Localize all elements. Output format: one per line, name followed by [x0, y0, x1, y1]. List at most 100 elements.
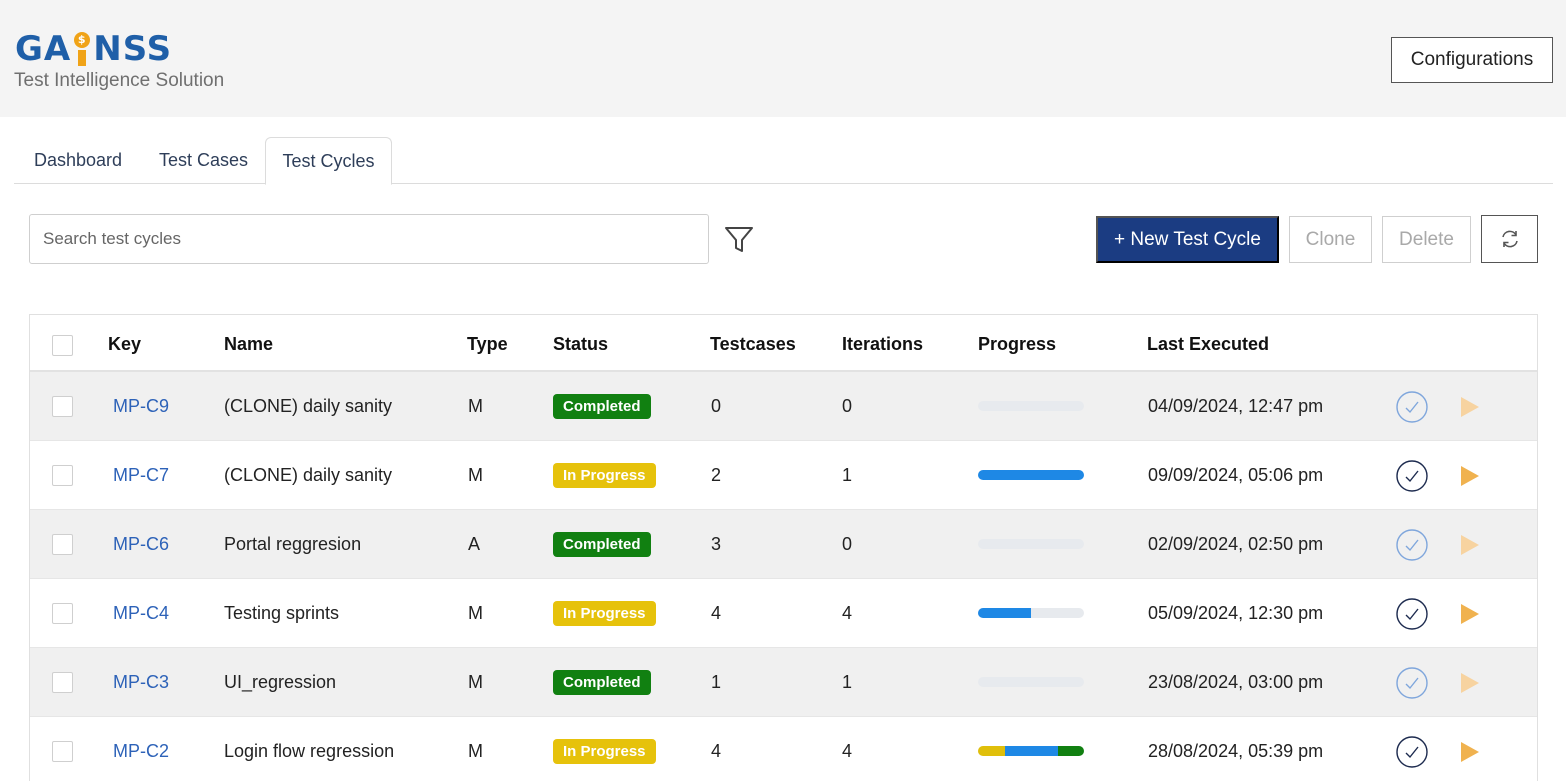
play-icon[interactable]: [1459, 395, 1481, 419]
last-executed: 09/09/2024, 05:06 pm: [1148, 465, 1324, 485]
cycle-name: Testing sprints: [224, 603, 340, 623]
iterations-count: 4: [842, 741, 853, 761]
iterations-count: 1: [842, 672, 853, 692]
progress-bar: [978, 677, 1084, 687]
tab-test-cycles[interactable]: Test Cycles: [265, 137, 392, 185]
iterations-count: 4: [842, 603, 853, 623]
row-checkbox[interactable]: [52, 672, 73, 693]
progress-bar: [978, 608, 1084, 618]
row-checkbox[interactable]: [52, 741, 73, 762]
app-header: GA $ NSS Test Intelligence Solution Config…: [0, 0, 1566, 117]
play-icon[interactable]: [1459, 740, 1481, 764]
table-row[interactable]: MP-C7 (CLONE) daily sanity M In Progress 2 1 0…: [30, 441, 1537, 510]
cycle-type: A: [468, 534, 481, 554]
testcases-count: 2: [711, 465, 722, 485]
logo: GA $ NSS: [15, 29, 173, 69]
check-circle-icon[interactable]: [1396, 529, 1428, 561]
progress-segment: [978, 470, 1084, 480]
check-circle-icon[interactable]: [1396, 460, 1428, 492]
cycle-key-link[interactable]: MP-C2: [113, 717, 169, 781]
status-badge: Completed: [553, 532, 651, 557]
clone-button[interactable]: Clone: [1289, 216, 1372, 263]
check-circle-icon[interactable]: [1396, 667, 1428, 699]
column-header-status[interactable]: Status: [553, 334, 608, 355]
cycle-type: M: [468, 396, 483, 416]
search-input[interactable]: [29, 214, 709, 264]
cycle-key-link[interactable]: MP-C7: [113, 441, 169, 510]
status-badge: Completed: [553, 670, 651, 695]
iterations-count: 1: [842, 465, 853, 485]
filter-icon[interactable]: [724, 226, 754, 254]
testcases-count: 0: [711, 396, 722, 416]
test-cycles-table: Key Name Type Status Testcases Iteration…: [29, 314, 1538, 781]
app-subtitle: Test Intelligence Solution: [14, 70, 225, 91]
table-row[interactable]: MP-C4 Testing sprints M In Progress 4 4 05/09/…: [30, 579, 1537, 648]
row-checkbox[interactable]: [52, 396, 73, 417]
column-header-name[interactable]: Name: [224, 334, 273, 355]
last-executed: 05/09/2024, 12:30 pm: [1148, 603, 1324, 623]
tab-bar: Dashboard Test Cases Test Cycles: [14, 137, 1553, 185]
check-circle-icon[interactable]: [1396, 598, 1428, 630]
last-executed: 04/09/2024, 12:47 pm: [1148, 396, 1324, 416]
cycle-key-link[interactable]: MP-C3: [113, 648, 169, 717]
table-row[interactable]: MP-C6 Portal reggresion A Completed 3 0 02/09/…: [30, 510, 1537, 579]
last-executed: 28/08/2024, 05:39 pm: [1148, 741, 1324, 761]
cycle-type: M: [468, 672, 483, 692]
cycle-name: (CLONE) daily sanity: [224, 465, 393, 485]
status-badge: Completed: [553, 394, 651, 419]
column-header-iterations[interactable]: Iterations: [842, 334, 923, 355]
status-badge: In Progress: [553, 463, 656, 488]
progress-bar: [978, 401, 1084, 411]
row-checkbox[interactable]: [52, 465, 73, 486]
new-test-cycle-button[interactable]: + New Test Cycle: [1096, 216, 1279, 263]
last-executed: 02/09/2024, 02:50 pm: [1148, 534, 1324, 554]
cycle-key-link[interactable]: MP-C6: [113, 510, 169, 579]
testcases-count: 4: [711, 603, 722, 623]
testcases-count: 3: [711, 534, 722, 554]
play-icon[interactable]: [1459, 533, 1481, 557]
column-header-type[interactable]: Type: [467, 334, 508, 355]
refresh-button[interactable]: [1481, 215, 1538, 263]
play-icon[interactable]: [1459, 671, 1481, 695]
row-checkbox[interactable]: [52, 534, 73, 555]
tab-dashboard[interactable]: Dashboard: [14, 137, 142, 184]
iterations-count: 0: [842, 534, 853, 554]
progress-bar: [978, 470, 1084, 480]
cycle-type: M: [468, 603, 483, 623]
progress-segment: [978, 608, 1031, 618]
testcases-count: 1: [711, 672, 722, 692]
cycle-key-link[interactable]: MP-C4: [113, 579, 169, 648]
delete-button[interactable]: Delete: [1382, 216, 1471, 263]
column-header-key[interactable]: Key: [108, 334, 141, 355]
progress-segment: [978, 746, 1005, 756]
check-circle-icon[interactable]: [1396, 391, 1428, 423]
configurations-button[interactable]: Configurations: [1391, 37, 1553, 83]
table-row[interactable]: MP-C3 UI_regression M Completed 1 1 23/08/2024…: [30, 648, 1537, 717]
cycle-name: Login flow regression: [224, 741, 395, 761]
select-all-checkbox[interactable]: [52, 335, 73, 356]
check-circle-icon[interactable]: [1396, 736, 1428, 768]
cycle-name: Portal reggresion: [224, 534, 362, 554]
tab-test-cases[interactable]: Test Cases: [142, 137, 265, 184]
progress-bar: [978, 539, 1084, 549]
play-icon[interactable]: [1459, 602, 1481, 626]
testcases-count: 4: [711, 741, 722, 761]
progress-segment: [1057, 746, 1084, 756]
progress-bar: [978, 746, 1084, 756]
table-header: Key Name Type Status Testcases Iteration…: [30, 315, 1537, 372]
last-executed: 23/08/2024, 03:00 pm: [1148, 672, 1324, 692]
status-badge: In Progress: [553, 739, 656, 764]
column-header-progress[interactable]: Progress: [978, 334, 1056, 355]
cycle-type: M: [468, 741, 483, 761]
column-header-testcases[interactable]: Testcases: [710, 334, 796, 355]
table-row[interactable]: MP-C9 (CLONE) daily sanity M Completed 0 0 04/…: [30, 372, 1537, 441]
cycle-key-link[interactable]: MP-C9: [113, 372, 169, 441]
table-row[interactable]: MP-C2 Login flow regression M In Progress 4 4…: [30, 717, 1537, 781]
play-icon[interactable]: [1459, 464, 1481, 488]
cycle-name: (CLONE) daily sanity: [224, 396, 393, 416]
iterations-count: 0: [842, 396, 853, 416]
row-checkbox[interactable]: [52, 603, 73, 624]
cycle-type: M: [468, 465, 483, 485]
column-header-last-executed[interactable]: Last Executed: [1147, 334, 1269, 355]
status-badge: In Progress: [553, 601, 656, 626]
